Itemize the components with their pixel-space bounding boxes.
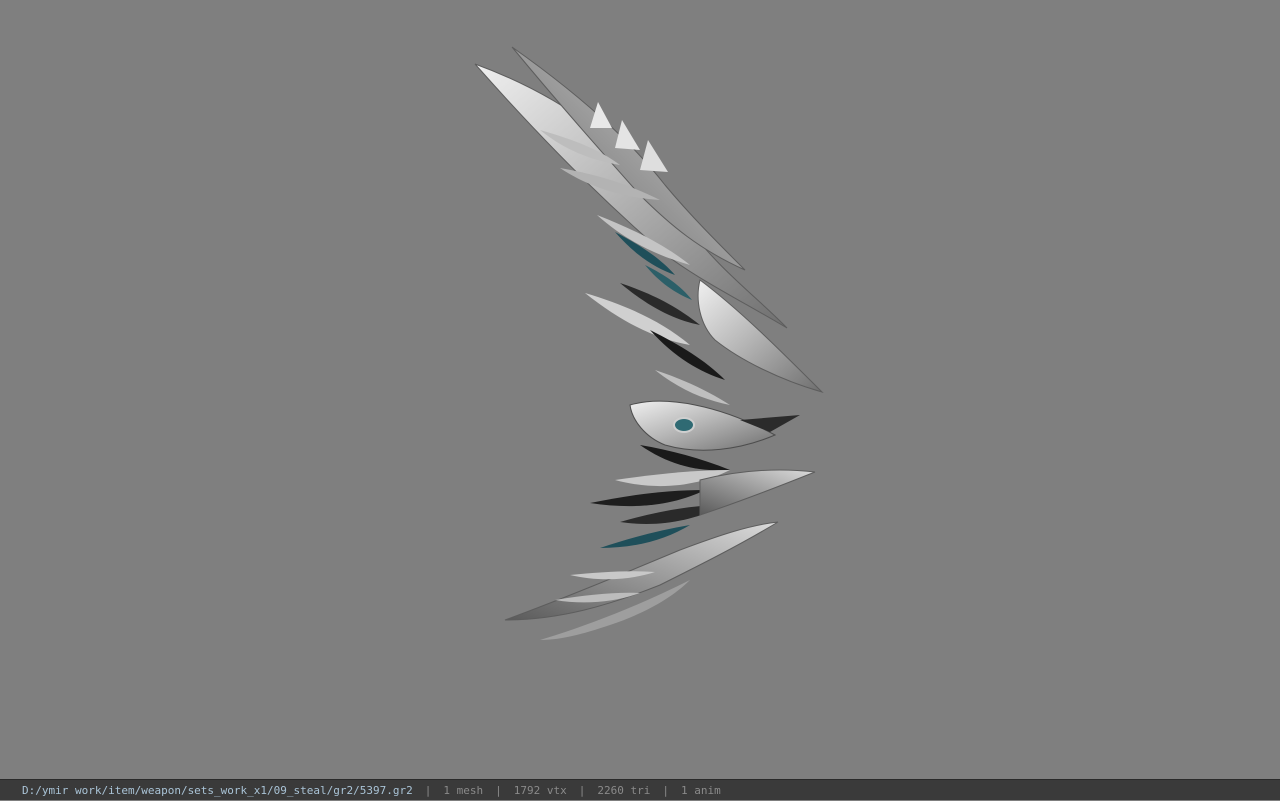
grip-eye bbox=[673, 417, 695, 433]
vertex-count: 1792 vtx bbox=[513, 783, 567, 797]
claw bbox=[590, 490, 705, 507]
3d-viewport[interactable] bbox=[0, 0, 1280, 779]
teal-accent bbox=[600, 525, 690, 548]
status-separator: | bbox=[662, 783, 669, 797]
weapon-model bbox=[474, 46, 824, 640]
mesh-count: 1 mesh bbox=[443, 783, 484, 797]
claw bbox=[585, 293, 690, 345]
animation-count: 1 anim bbox=[680, 783, 721, 797]
status-separator: | bbox=[424, 783, 432, 797]
status-bar: D:/ymir work/item/weapon/sets_work_x1/09… bbox=[0, 779, 1280, 800]
grip bbox=[629, 400, 777, 451]
spike bbox=[640, 140, 668, 172]
triangle-count: 2260 tri bbox=[597, 783, 651, 797]
spike bbox=[615, 120, 640, 150]
status-separator: | bbox=[495, 783, 502, 797]
file-path: D:/ymir work/item/weapon/sets_work_x1/09… bbox=[22, 783, 413, 797]
lower-blade bbox=[699, 469, 816, 516]
status-separator: | bbox=[578, 783, 586, 797]
